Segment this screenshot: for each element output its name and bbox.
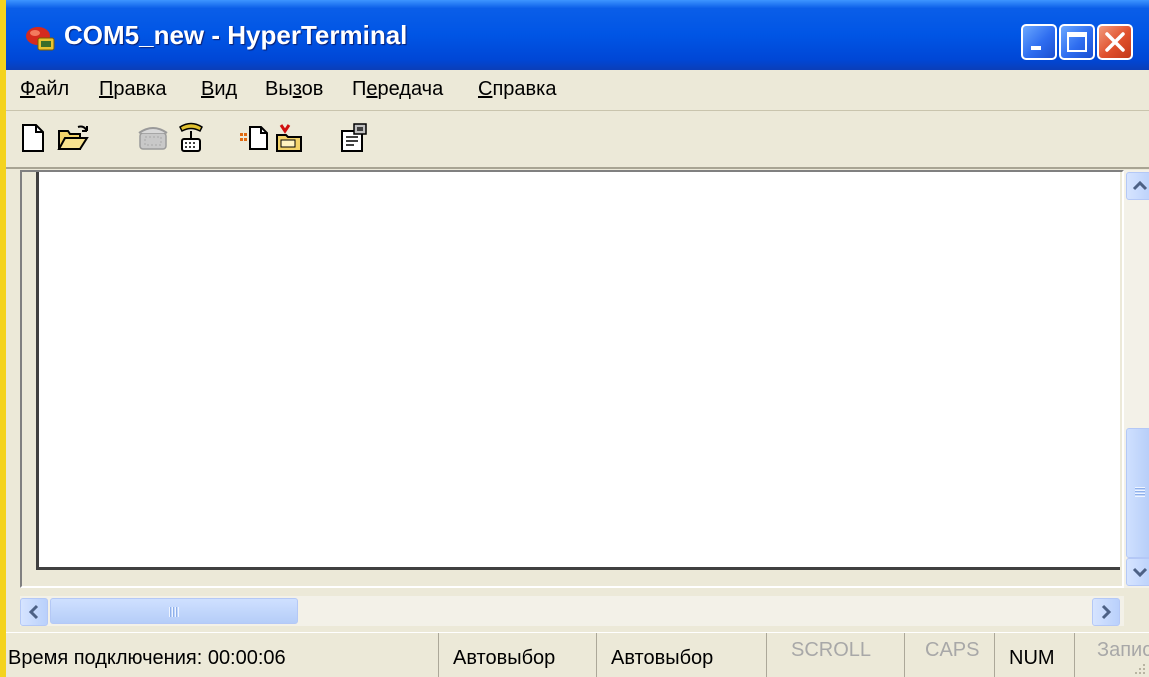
terminal-type-label: Автовыбор [453, 647, 556, 669]
menu-help[interactable]: Справка [478, 78, 556, 101]
close-icon [1105, 32, 1125, 52]
properties-button[interactable] [336, 121, 370, 155]
new-document-icon [22, 124, 44, 152]
send-file-icon [240, 126, 268, 150]
menu-edit[interactable]: Правка [99, 78, 167, 101]
status-caps: CAPS [904, 633, 994, 677]
menu-bar: Файл Правка Вид Вызов Передача Справка [6, 70, 1149, 111]
receive-file-button[interactable] [272, 121, 306, 155]
hyperterminal-app-icon[interactable] [24, 24, 56, 52]
horizontal-scroll-thumb[interactable] [50, 598, 298, 624]
title-bar[interactable]: COM5_new - HyperTerminal [6, 0, 1149, 70]
caps-indicator: CAPS [925, 639, 980, 661]
scroll-left-button[interactable] [20, 598, 48, 626]
resize-grip-icon[interactable] [1133, 662, 1147, 676]
close-button[interactable] [1097, 24, 1133, 60]
chevron-down-icon [1132, 567, 1148, 578]
status-num: NUM [994, 633, 1074, 677]
minimize-icon [1031, 46, 1041, 50]
open-folder-icon [57, 125, 89, 150]
scroll-down-button[interactable] [1126, 558, 1149, 586]
chevron-left-icon [28, 604, 39, 620]
vertical-scroll-thumb[interactable] [1126, 428, 1149, 558]
grip-icon [1135, 487, 1145, 497]
menu-transfer[interactable]: Передача [352, 78, 443, 101]
new-connection-button[interactable] [16, 121, 50, 155]
toolbar [6, 111, 1149, 169]
status-terminal-type: Автовыбор [438, 633, 596, 677]
capture-indicator: Запис [1097, 639, 1149, 661]
call-button[interactable] [136, 121, 170, 155]
call-phone-icon [138, 127, 168, 150]
scroll-indicator: SCROLL [791, 639, 872, 661]
status-port-settings: Автовыбор [596, 633, 766, 677]
properties-icon [341, 123, 367, 152]
terminal-frame [20, 170, 1124, 588]
port-settings-label: Автовыбор [611, 647, 714, 669]
open-button[interactable] [56, 121, 90, 155]
window-title: COM5_new - HyperTerminal [64, 20, 408, 50]
send-file-button[interactable] [238, 121, 272, 155]
num-indicator: NUM [1009, 647, 1055, 669]
menu-view[interactable]: Вид [201, 78, 237, 101]
status-bar: Время подключения: 00:00:06 Автовыбор Ав… [6, 632, 1149, 677]
vertical-scrollbar[interactable] [1124, 170, 1149, 588]
terminal-display[interactable] [36, 172, 1120, 570]
maximize-icon [1067, 32, 1087, 52]
maximize-button[interactable] [1059, 24, 1095, 60]
menu-call[interactable]: Вызов [265, 78, 323, 101]
status-connection-time: Время подключения: 00:00:06 [6, 633, 438, 677]
scroll-right-button[interactable] [1092, 598, 1120, 626]
status-scroll: SCROLL [766, 633, 904, 677]
grip-icon [169, 607, 179, 617]
chevron-up-icon [1132, 180, 1148, 191]
chevron-right-icon [1101, 604, 1112, 620]
disconnect-phone-icon [179, 122, 203, 152]
disconnect-button[interactable] [174, 121, 208, 155]
minimize-button[interactable] [1021, 24, 1057, 60]
menu-file[interactable]: Файл [20, 78, 69, 101]
scroll-up-button[interactable] [1126, 172, 1149, 200]
hyperterminal-window: COM5_new - HyperTerminal Файл Правка Вид… [0, 0, 1149, 677]
horizontal-scrollbar[interactable] [20, 596, 1124, 626]
connection-time-label: Время подключения: 00:00:06 [8, 647, 286, 669]
receive-file-icon [276, 124, 302, 152]
